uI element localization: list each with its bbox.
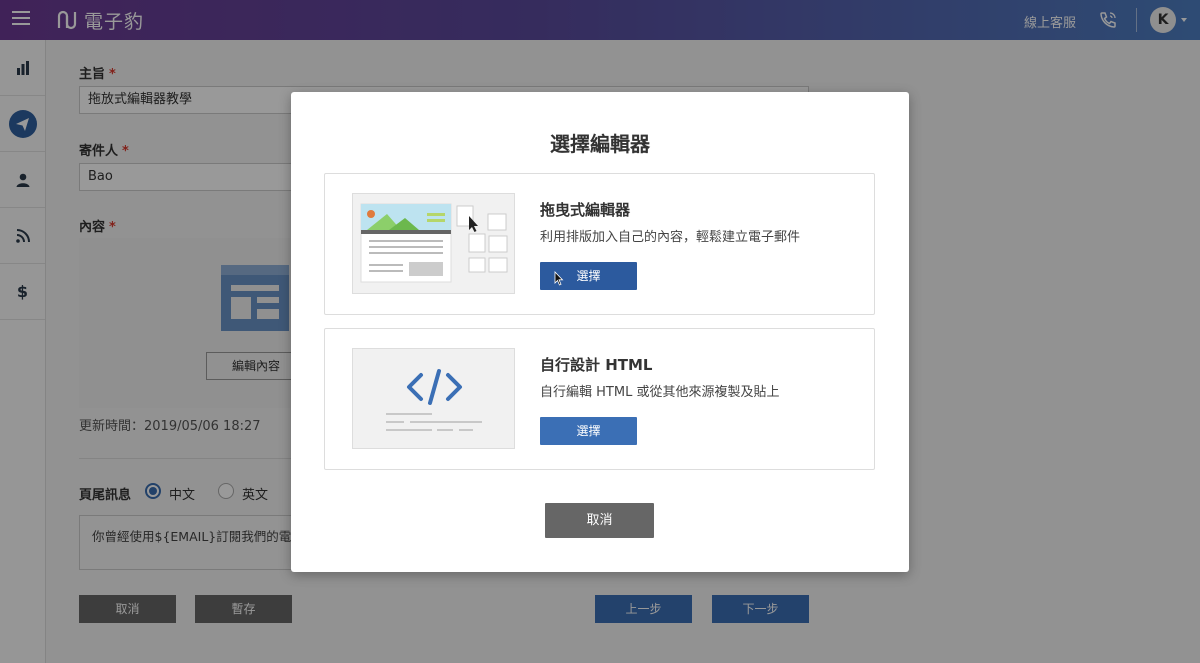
drag-drop-illustration-icon xyxy=(360,203,508,283)
custom-html-editor-description: 自行編輯 HTML 或從其他來源複製及貼上 xyxy=(540,385,780,400)
code-icon xyxy=(386,369,482,431)
modal-title: 選擇編輯器 xyxy=(550,132,650,156)
drag-drop-editor-option[interactable]: 拖曳式編輯器 利用排版加入自己的內容，輕鬆建立電子郵件 選擇 xyxy=(324,173,875,315)
drag-drop-thumbnail xyxy=(352,193,515,294)
mouse-cursor-icon xyxy=(554,271,564,286)
drag-drop-editor-title: 拖曳式編輯器 xyxy=(540,201,631,219)
choose-editor-modal: 選擇編輯器 拖曳式編輯器 利用排版加入自己的內容，輕鬆建立電子郵件 選擇 自行設… xyxy=(291,92,909,572)
select-drag-drop-button[interactable]: 選擇 xyxy=(540,262,637,290)
custom-html-editor-option[interactable]: 自行設計 HTML 自行編輯 HTML 或從其他來源複製及貼上 選擇 xyxy=(324,328,875,470)
modal-cancel-button[interactable]: 取消 xyxy=(545,503,654,538)
select-custom-html-button[interactable]: 選擇 xyxy=(540,417,637,445)
custom-html-thumbnail xyxy=(352,348,515,449)
custom-html-editor-title: 自行設計 HTML xyxy=(540,356,653,374)
drag-drop-editor-description: 利用排版加入自己的內容，輕鬆建立電子郵件 xyxy=(540,230,801,245)
